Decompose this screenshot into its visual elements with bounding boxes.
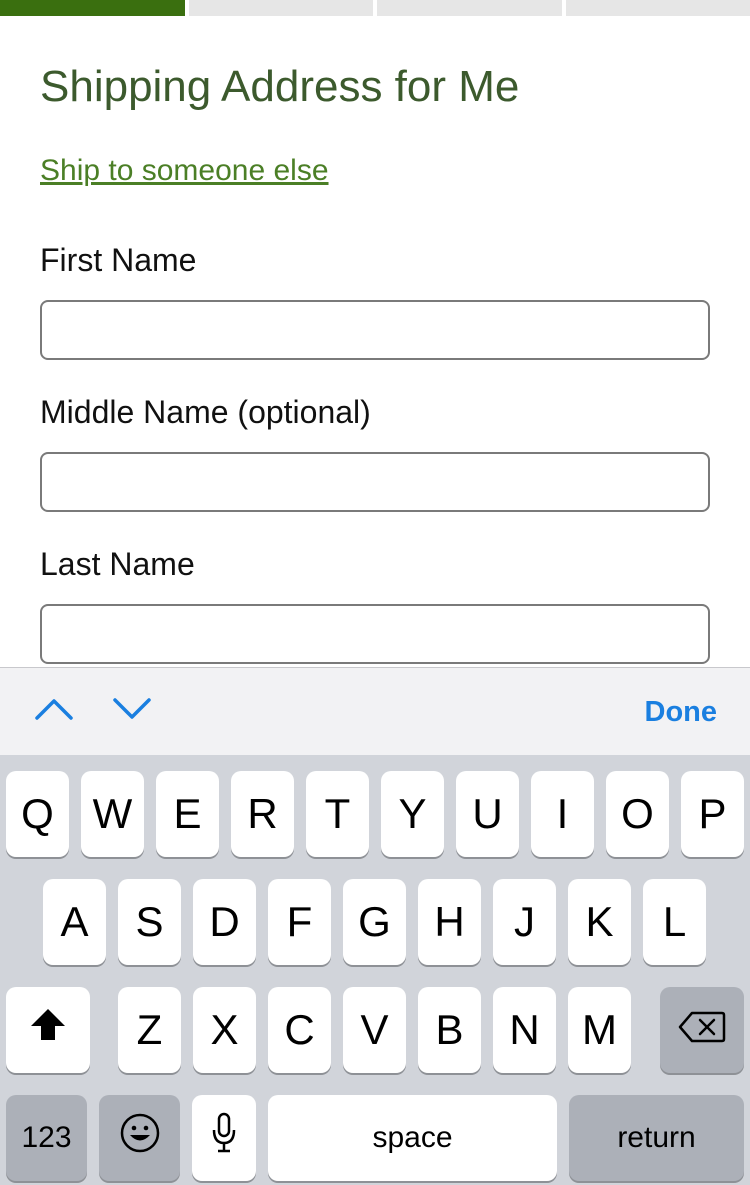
last-name-field[interactable] — [40, 604, 710, 664]
emoji-key[interactable] — [99, 1095, 180, 1181]
key-k[interactable]: K — [568, 879, 631, 965]
microphone-icon — [211, 1112, 237, 1164]
key-p[interactable]: P — [681, 771, 744, 857]
first-name-field[interactable] — [40, 300, 710, 360]
key-h[interactable]: H — [418, 879, 481, 965]
dictation-key[interactable] — [192, 1095, 256, 1181]
progress-step-2 — [188, 0, 373, 16]
key-c[interactable]: C — [268, 987, 331, 1073]
key-i[interactable]: I — [531, 771, 594, 857]
backspace-key[interactable] — [660, 987, 744, 1073]
middle-name-field[interactable] — [40, 452, 710, 512]
key-e[interactable]: E — [156, 771, 219, 857]
key-f[interactable]: F — [268, 879, 331, 965]
key-o[interactable]: O — [606, 771, 669, 857]
progress-steps — [0, 0, 750, 16]
key-b[interactable]: B — [418, 987, 481, 1073]
key-d[interactable]: D — [193, 879, 256, 965]
progress-step-3 — [377, 0, 562, 16]
page-title: Shipping Address for Me — [40, 62, 520, 111]
key-l[interactable]: L — [643, 879, 706, 965]
key-n[interactable]: N — [493, 987, 556, 1073]
return-key[interactable]: return — [569, 1095, 744, 1181]
key-a[interactable]: A — [43, 879, 106, 965]
key-u[interactable]: U — [456, 771, 519, 857]
shift-icon — [28, 1006, 68, 1054]
key-z[interactable]: Z — [118, 987, 181, 1073]
progress-step-4 — [565, 0, 750, 16]
key-r[interactable]: R — [231, 771, 294, 857]
shift-key[interactable] — [6, 987, 90, 1073]
key-x[interactable]: X — [193, 987, 256, 1073]
key-w[interactable]: W — [81, 771, 144, 857]
chevron-up-icon[interactable] — [34, 694, 74, 724]
backspace-icon — [678, 1006, 726, 1054]
key-g[interactable]: G — [343, 879, 406, 965]
keyboard-accessory-bar: Done — [0, 667, 750, 755]
key-j[interactable]: J — [493, 879, 556, 965]
space-key[interactable]: space — [268, 1095, 557, 1181]
done-button[interactable]: Done — [645, 696, 718, 729]
key-m[interactable]: M — [568, 987, 631, 1073]
key-t[interactable]: T — [306, 771, 369, 857]
key-s[interactable]: S — [118, 879, 181, 965]
progress-step-1 — [0, 0, 185, 16]
first-name-label: First Name — [40, 242, 197, 278]
ship-to-someone-else-link[interactable]: Ship to someone else — [40, 154, 329, 188]
key-v[interactable]: V — [343, 987, 406, 1073]
numbers-key[interactable]: 123 — [6, 1095, 87, 1181]
chevron-down-icon[interactable] — [112, 694, 152, 724]
last-name-label: Last Name — [40, 546, 195, 582]
onscreen-keyboard: Q W E R T Y U I O P A S D F G H J K L Z … — [0, 755, 750, 1185]
middle-name-label: Middle Name (optional) — [40, 394, 371, 430]
key-y[interactable]: Y — [381, 771, 444, 857]
key-q[interactable]: Q — [6, 771, 69, 857]
emoji-icon — [119, 1112, 161, 1164]
